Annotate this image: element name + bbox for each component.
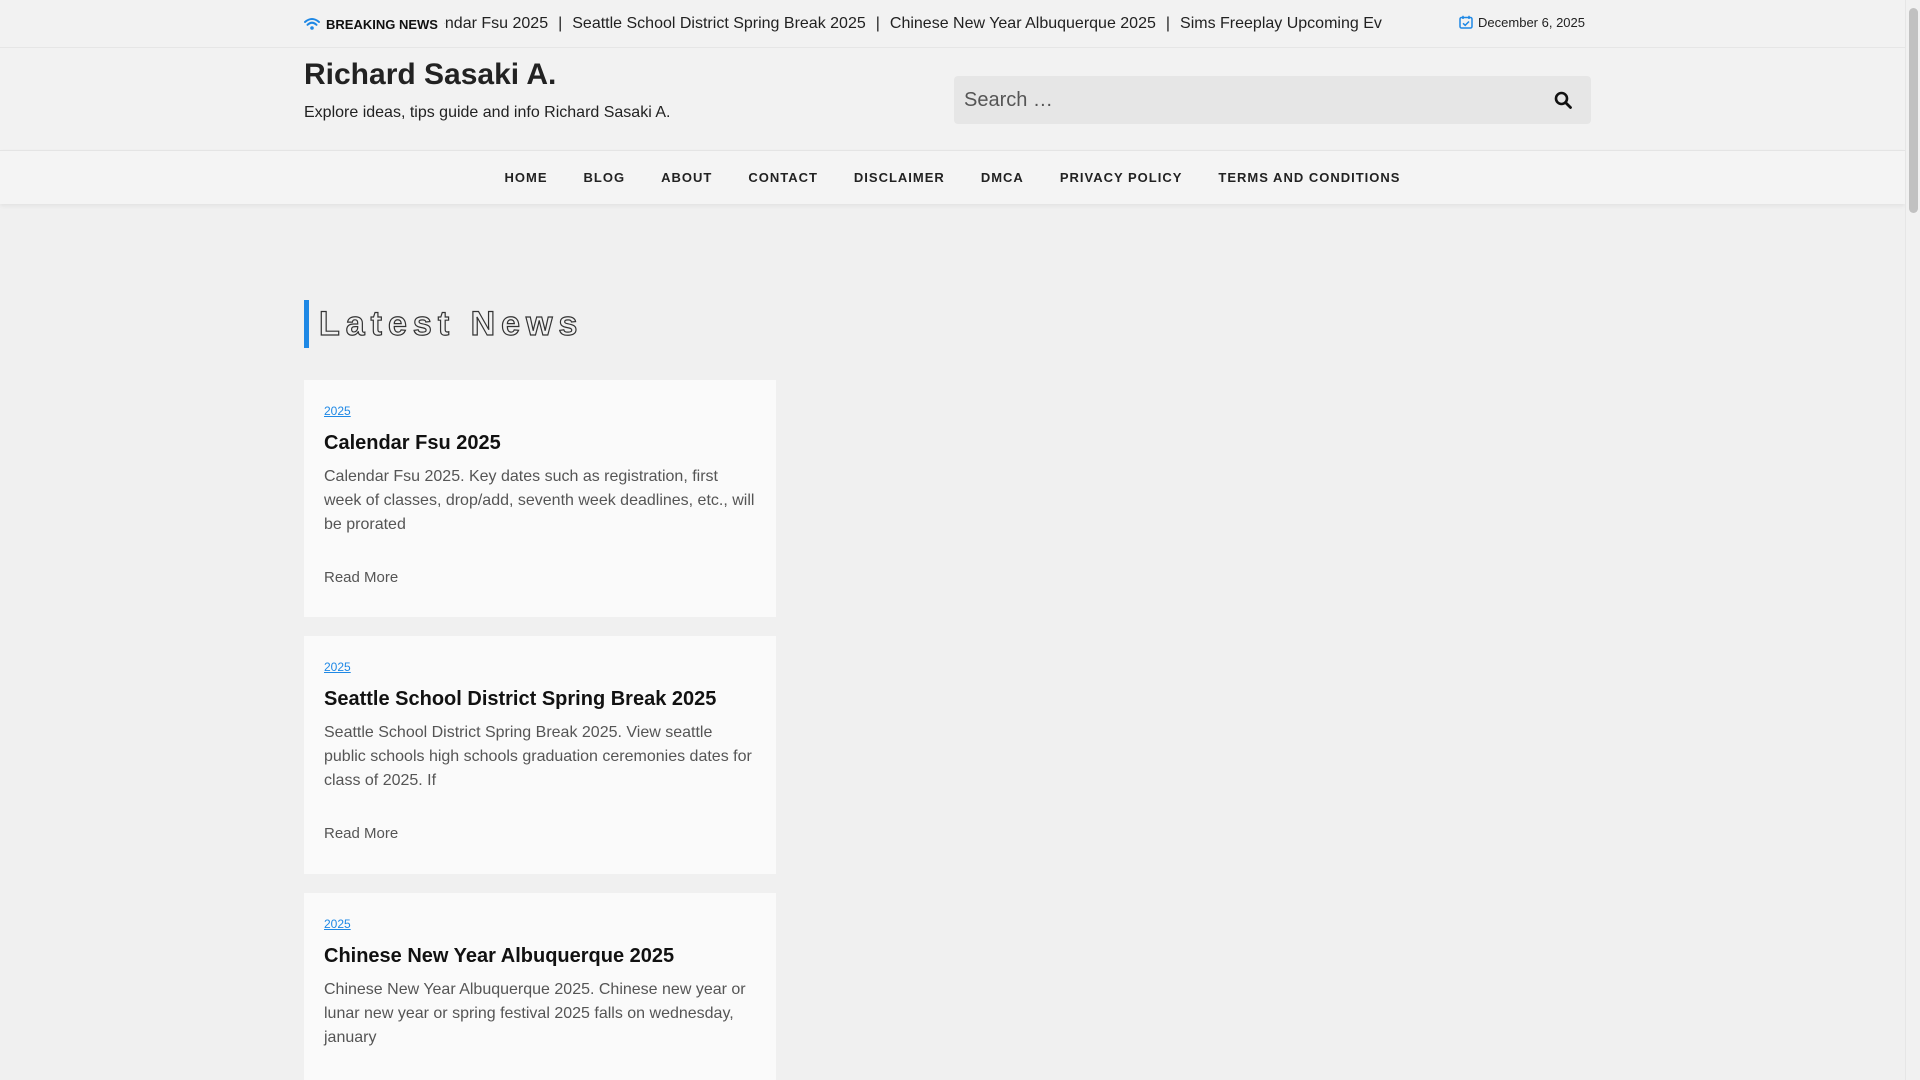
ticker-separator: | [875, 15, 880, 32]
ticker-separator: | [1165, 15, 1171, 32]
post-category-link[interactable]: 2025 [324, 660, 351, 674]
nav-item-home[interactable]: HOME [505, 170, 548, 185]
ticker-item[interactable]: Sims Freeplay Upcoming Events [1180, 15, 1382, 33]
post-title-link[interactable]: Calendar Fsu 2025 [324, 432, 501, 454]
calendar-check-icon [1459, 15, 1473, 29]
post-card: 2025 Calendar Fsu 2025 Calendar Fsu 2025… [304, 380, 776, 617]
breaking-news-label: BREAKING NEWS [304, 0, 438, 48]
site-header: Richard Sasaki A. Explore ideas, tips gu… [0, 48, 1905, 150]
post-excerpt: Chinese New Year Albuquerque 2025. Chine… [324, 981, 746, 1046]
ticker-item[interactable]: Chinese New Year Albuquerque 2025 [890, 15, 1156, 33]
news-ticker: Calendar Fsu 2025 | Seattle School Distr… [444, 0, 1382, 48]
current-date: December 6, 2025 [1459, 0, 1585, 44]
ticker-item[interactable]: Calendar Fsu 2025 [444, 15, 548, 33]
post-excerpt: Seattle School District Spring Break 202… [324, 724, 752, 789]
section-title-text: Latest News [318, 304, 584, 343]
post-card: 2025 Seattle School District Spring Brea… [304, 636, 776, 874]
post-card: 2025 Chinese New Year Albuquerque 2025 C… [304, 893, 776, 1080]
site-title[interactable]: Richard Sasaki A. [304, 58, 556, 92]
section-title: Latest News [304, 300, 583, 348]
read-more-link[interactable]: Read More [324, 569, 756, 586]
post-category-link[interactable]: 2025 [324, 917, 351, 931]
post-title-link[interactable]: Seattle School District Spring Break 202… [324, 688, 716, 710]
post-category-link[interactable]: 2025 [324, 404, 351, 418]
search-form [954, 76, 1591, 124]
read-more-link[interactable]: Read More [324, 825, 756, 842]
nav-item-about[interactable]: ABOUT [661, 170, 712, 185]
nav-item-dmca[interactable]: DMCA [981, 170, 1024, 185]
nav-item-blog[interactable]: BLOG [584, 170, 626, 185]
post-excerpt: Calendar Fsu 2025. Key dates such as reg… [324, 468, 755, 533]
post-title-link[interactable]: Chinese New Year Albuquerque 2025 [324, 945, 674, 967]
search-button[interactable] [1535, 76, 1591, 124]
scrollbar-thumb[interactable] [1909, 8, 1918, 213]
search-input[interactable] [954, 76, 1535, 124]
search-icon [1554, 91, 1572, 109]
breaking-news-text: BREAKING NEWS [326, 16, 438, 32]
main-navigation: HOME BLOG ABOUT CONTACT DISCLAIMER DMCA … [0, 150, 1905, 204]
page-scrollbar[interactable] [1905, 0, 1920, 1080]
top-bar: BREAKING NEWS Calendar Fsu 2025 | Seattl… [0, 0, 1905, 48]
ticker-separator: | [558, 15, 563, 32]
nav-item-contact[interactable]: CONTACT [748, 170, 818, 185]
date-text: December 6, 2025 [1478, 14, 1585, 30]
nav-item-privacy-policy[interactable]: PRIVACY POLICY [1060, 170, 1183, 185]
nav-item-disclaimer[interactable]: DISCLAIMER [854, 170, 945, 185]
wifi-icon [304, 18, 320, 30]
ticker-item[interactable]: Seattle School District Spring Break 202… [572, 15, 865, 33]
site-tagline: Explore ideas, tips guide and info Richa… [304, 104, 671, 121]
nav-item-terms-and-conditions[interactable]: TERMS AND CONDITIONS [1218, 170, 1400, 185]
